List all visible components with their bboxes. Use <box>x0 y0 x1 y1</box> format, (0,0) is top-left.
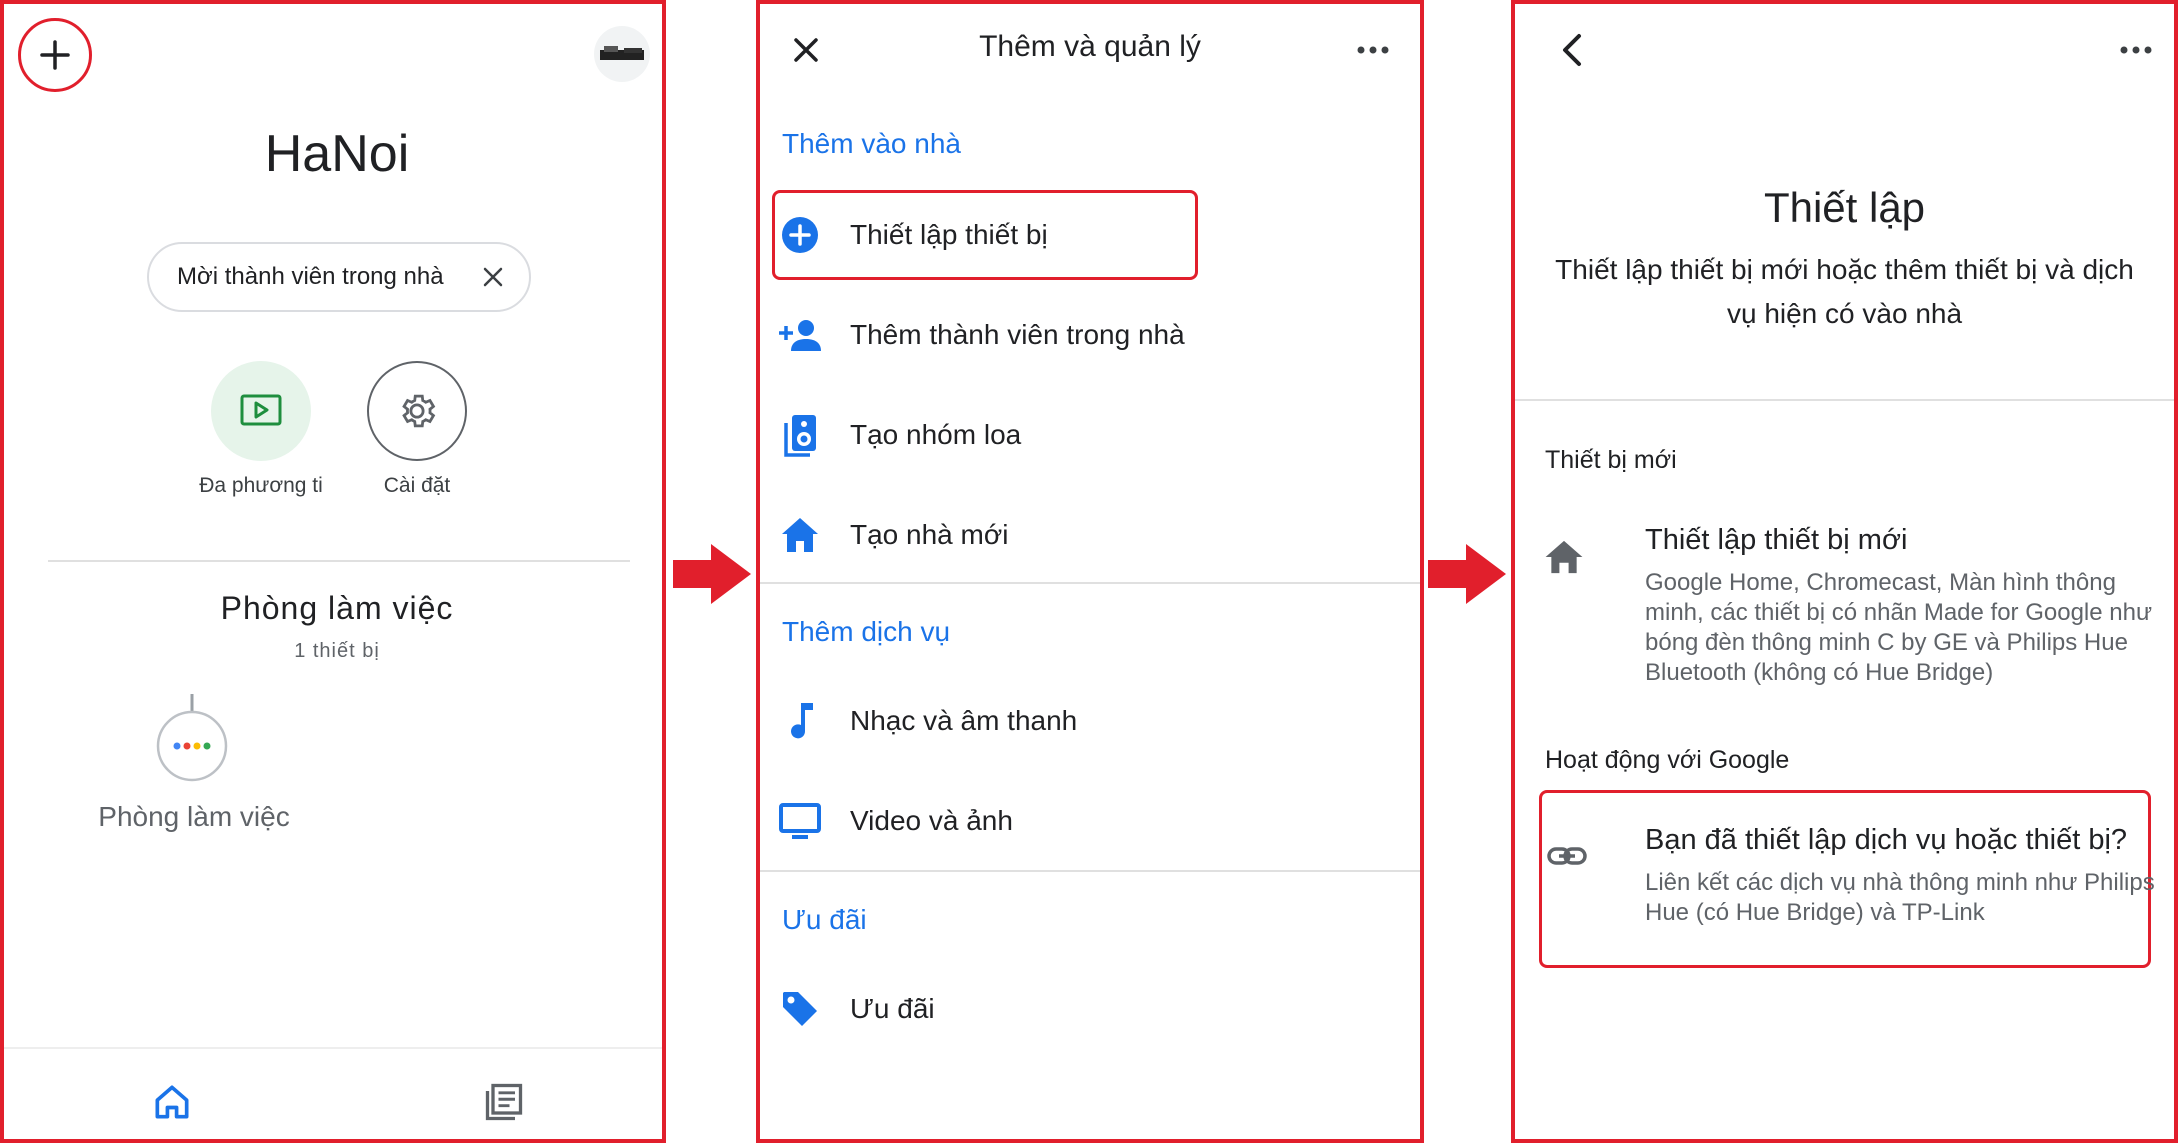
invite-member-chip[interactable]: Mời thành viên trong nhà <box>147 242 531 312</box>
menu-item-setup-device[interactable]: Thiết lập thiết bị <box>760 200 1420 270</box>
tv-icon <box>778 799 822 843</box>
menu-item-label: Video và ảnh <box>850 805 1013 836</box>
speaker-group-icon <box>778 413 822 457</box>
page-title: Thiết lập <box>1763 184 1926 231</box>
section-add-services: Thêm dịch vụ <box>782 616 951 647</box>
add-and-manage-panel: Thêm và quản lý Thêm vào nhà Thiết lập t… <box>756 0 1424 1143</box>
gear-icon <box>402 394 436 428</box>
existing-setup-description: Liên kết các dịch vụ nhà thông minh như … <box>1645 869 2155 926</box>
arrow-right-icon <box>673 544 751 604</box>
existing-setup-title[interactable]: Bạn đã thiết lập dịch vụ hoặc thiết bị? <box>1645 824 2127 857</box>
more-options-icon[interactable] <box>1348 30 1398 70</box>
menu-item-add-member[interactable]: Thêm thành viên trong nhà <box>760 300 1420 370</box>
menu-item-speaker-group[interactable]: Tạo nhóm loa <box>760 400 1420 470</box>
tag-icon <box>778 987 822 1031</box>
new-device-setup-description: Google Home, Chromecast, Màn hình thông … <box>1645 569 2153 686</box>
divider <box>760 870 1420 872</box>
section-add-to-home: Thêm vào nhà <box>782 128 961 159</box>
smart-speaker-device[interactable] <box>152 694 232 784</box>
divider <box>760 582 1420 584</box>
page-title: Thêm và quản lý <box>979 30 1201 63</box>
add-circle-icon <box>778 213 822 257</box>
settings-button[interactable] <box>367 361 467 461</box>
new-device-setup-title[interactable]: Thiết lập thiết bị mới <box>1645 524 1907 557</box>
feed-nav-icon[interactable] <box>482 1080 526 1124</box>
media-label: Đa phương ti <box>199 474 323 497</box>
divider <box>1515 399 2174 401</box>
section-offers: Ưu đãi <box>782 904 867 935</box>
media-button[interactable] <box>211 361 311 461</box>
settings-label: Cài đặt <box>383 474 451 497</box>
setup-panel: Thiết lập Thiết lập thiết bị mới hoặc th… <box>1511 0 2178 1143</box>
menu-item-label: Nhạc và âm thanh <box>850 705 1078 736</box>
add-button[interactable] <box>18 18 92 92</box>
invite-chip-label: Mời thành viên trong nhà <box>177 263 444 290</box>
divider <box>48 560 630 562</box>
page-subtitle: Thiết lập thiết bị mới hoặc thêm thiết b… <box>1555 254 2134 329</box>
menu-item-music[interactable]: Nhạc và âm thanh <box>760 686 1420 756</box>
smart-speaker-icon <box>156 694 228 782</box>
menu-item-label: Tạo nhóm loa <box>850 419 1022 450</box>
arrow-right-icon <box>1428 544 1506 604</box>
home-nav-icon[interactable] <box>150 1080 194 1124</box>
section-new-devices: Thiết bị mới <box>1545 446 1677 474</box>
home-title: HaNoi <box>264 125 410 183</box>
home-icon <box>778 513 822 557</box>
person-add-icon <box>778 313 822 357</box>
close-icon[interactable] <box>473 257 513 297</box>
menu-item-label: Tạo nhà mới <box>850 519 1009 550</box>
avatar-image-icon <box>600 46 644 60</box>
link-icon <box>1545 834 1589 878</box>
back-arrow-icon[interactable] <box>1551 28 1595 72</box>
menu-item-offers[interactable]: Ưu đãi <box>760 974 1420 1044</box>
more-options-icon[interactable] <box>2111 30 2161 70</box>
plus-icon <box>40 40 70 70</box>
menu-item-video[interactable]: Video và ảnh <box>760 786 1420 856</box>
home-icon <box>1541 534 1587 580</box>
device-label: Phòng làm việc <box>98 801 290 832</box>
menu-item-new-home[interactable]: Tạo nhà mới <box>760 500 1420 570</box>
bottom-nav-divider <box>4 1047 662 1049</box>
menu-item-label: Thêm thành viên trong nhà <box>850 319 1185 350</box>
room-device-count: 1 thiết bị <box>294 640 380 662</box>
menu-item-label: Thiết lập thiết bị <box>850 219 1048 250</box>
section-works-with-google: Hoạt động với Google <box>1545 746 1790 774</box>
media-play-icon <box>240 394 282 426</box>
home-screen-panel: HaNoi Mời thành viên trong nhà Đa phương… <box>0 0 666 1143</box>
menu-item-label: Ưu đãi <box>850 993 935 1024</box>
room-title: Phòng làm việc <box>220 590 454 626</box>
avatar[interactable] <box>594 26 650 82</box>
music-note-icon <box>778 699 822 743</box>
